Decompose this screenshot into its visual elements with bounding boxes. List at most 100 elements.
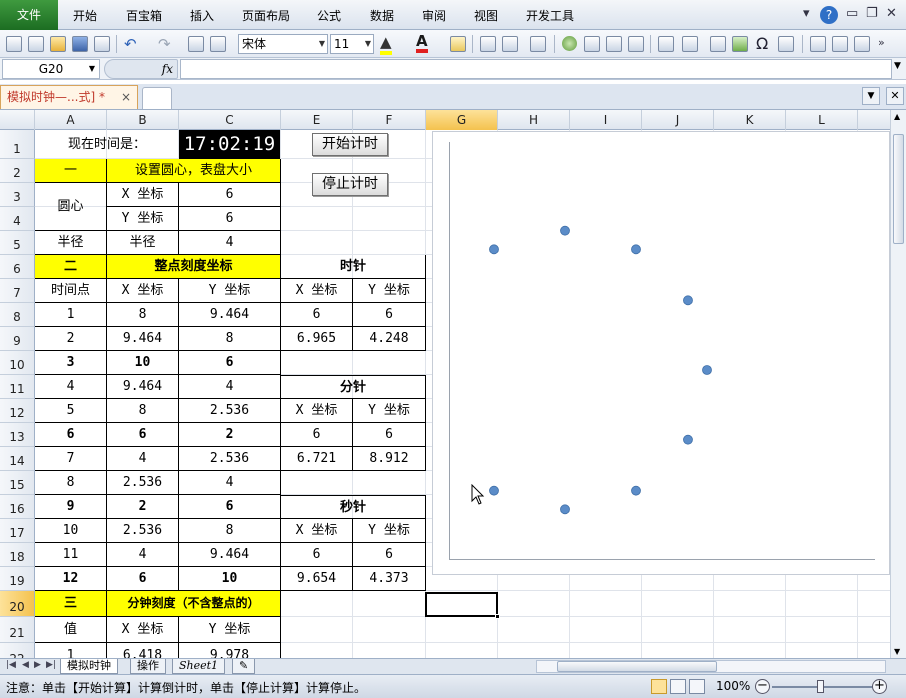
row-header-17[interactable]: 17 [0, 519, 35, 543]
open-icon[interactable] [28, 36, 44, 52]
first-sheet-icon[interactable]: |◀ [6, 660, 16, 670]
row-header-8[interactable]: 8 [0, 303, 35, 327]
settings-icon[interactable] [854, 36, 870, 52]
chart-point[interactable] [702, 365, 712, 375]
prev-sheet-icon[interactable]: ◀ [22, 660, 29, 670]
row-header-20[interactable]: 20 [0, 591, 35, 617]
column-header-g[interactable]: G [426, 110, 498, 130]
borders-icon[interactable] [480, 36, 496, 52]
format-painter-icon[interactable] [450, 36, 466, 52]
font-size-select[interactable]: 11 ▼ [330, 34, 374, 54]
row-header-9[interactable]: 9 [0, 327, 35, 351]
tab-file[interactable]: 文件 [0, 0, 58, 30]
tab-formulas[interactable]: 公式 [317, 7, 341, 24]
help-icon[interactable]: ? [820, 6, 838, 24]
normal-view-icon[interactable] [651, 679, 667, 694]
column-header-j[interactable]: J [642, 110, 714, 130]
name-box[interactable]: G20 ▼ [2, 59, 100, 79]
row-header-4[interactable]: 4 [0, 207, 35, 231]
align-icon[interactable] [530, 36, 546, 52]
row-header-1[interactable]: 1 [0, 130, 35, 159]
tab-home[interactable]: 开始 [73, 7, 97, 24]
fx-icon[interactable]: fx [104, 59, 178, 79]
chart-icon[interactable] [584, 36, 600, 52]
tab-close-all-icon[interactable]: ✕ [886, 87, 904, 105]
row-header-22[interactable]: 22 [0, 643, 35, 658]
tab-insert[interactable]: 插入 [190, 7, 214, 24]
insert-sheet-icon[interactable]: ✎ [232, 659, 256, 674]
chart-point[interactable] [683, 295, 693, 306]
tab-data[interactable]: 数据 [370, 7, 394, 24]
green-sheet-icon[interactable] [732, 36, 748, 52]
chart-point[interactable] [683, 434, 693, 445]
fill-color-icon[interactable]: ▲ [380, 33, 392, 55]
folder-icon[interactable] [50, 36, 66, 52]
tab-toolbox[interactable]: 百宝箱 [126, 7, 162, 24]
camera-icon[interactable] [628, 36, 644, 52]
picture-icon[interactable] [778, 36, 794, 52]
tab-view[interactable]: 视图 [474, 7, 498, 24]
row-header-14[interactable]: 14 [0, 447, 35, 471]
zoom-in-icon[interactable]: + [872, 679, 887, 694]
row-header-7[interactable]: 7 [0, 279, 35, 303]
row-header-21[interactable]: 21 [0, 617, 35, 643]
horizontal-scroll-thumb[interactable] [557, 661, 717, 672]
form-icon[interactable] [606, 36, 622, 52]
undo-icon[interactable]: ↶ [124, 35, 137, 53]
column-header-h[interactable]: H [498, 110, 570, 130]
column-header-e[interactable]: E [281, 110, 353, 130]
row-header-13[interactable]: 13 [0, 423, 35, 447]
document-tab[interactable]: 模拟时钟—...式] * × [0, 85, 138, 109]
save-icon[interactable] [72, 36, 88, 52]
tab-list-icon[interactable]: ▼ [862, 87, 880, 105]
print-preview-icon[interactable] [94, 36, 110, 52]
close-tab-icon[interactable]: × [121, 86, 131, 108]
row-header-2[interactable]: 2 [0, 159, 35, 183]
column-header-l[interactable]: L [786, 110, 858, 130]
row-header-18[interactable]: 18 [0, 543, 35, 567]
restore-icon[interactable]: ❐ [866, 6, 878, 21]
font-name-select[interactable]: 宋体 ▼ [238, 34, 328, 54]
new-icon[interactable] [6, 36, 22, 52]
chart-point[interactable] [631, 244, 641, 255]
sheet-tab-operation[interactable]: 操作 [130, 659, 166, 674]
row-header-12[interactable]: 12 [0, 399, 35, 423]
chart-point[interactable] [489, 485, 499, 496]
page-break-view-icon[interactable] [689, 679, 705, 694]
sheet-icon[interactable] [710, 36, 726, 52]
print-icon[interactable] [832, 36, 848, 52]
column-header-a[interactable]: A [35, 110, 107, 130]
tab-page-layout[interactable]: 页面布局 [242, 7, 290, 24]
clock-chart[interactable] [418, 131, 890, 575]
sort-icon[interactable] [810, 36, 826, 52]
active-cell-g20[interactable] [425, 592, 500, 619]
column-header-f[interactable]: F [353, 110, 426, 130]
sheet-tab-clock[interactable]: 模拟时钟 [60, 659, 118, 674]
vertical-scroll-thumb[interactable] [893, 134, 904, 244]
worksheet-grid[interactable]: ABCEFGHIJKL 1 2 3 4 5 6 7 8 9 10 11 12 13 14 15 16 17 18 1… [0, 110, 890, 658]
zoom-slider-knob[interactable] [817, 680, 824, 693]
row-header-15[interactable]: 15 [0, 471, 35, 495]
new-tab-button[interactable] [142, 87, 172, 109]
row-header-11[interactable]: 11 [0, 375, 35, 399]
zoom-level[interactable]: 100% [716, 679, 750, 693]
toolbar-more-icon[interactable]: » [878, 36, 885, 49]
circle-icon[interactable] [562, 36, 577, 51]
column-header-c[interactable]: C [179, 110, 281, 130]
sheet-tab-sheet1[interactable]: Sheet1 [172, 659, 226, 674]
chart-point[interactable] [631, 485, 641, 496]
row-header-19[interactable]: 19 [0, 567, 35, 591]
scroll-down-icon[interactable]: ▼ [894, 647, 900, 656]
omega-icon[interactable]: Ω [756, 34, 768, 53]
page-layout-view-icon[interactable] [670, 679, 686, 694]
row-header-3[interactable]: 3 [0, 183, 35, 207]
next-sheet-icon[interactable]: ▶ [34, 660, 41, 670]
vertical-scrollbar[interactable]: ▲ ▼ [890, 110, 906, 658]
column-header-k[interactable]: K [714, 110, 786, 130]
scroll-up-icon[interactable]: ▲ [894, 112, 900, 121]
tab-review[interactable]: 审阅 [422, 7, 446, 24]
tab-developer[interactable]: 开发工具 [526, 7, 574, 24]
column-header-b[interactable]: B [107, 110, 179, 130]
formula-input[interactable] [180, 59, 892, 79]
select-all-corner[interactable] [0, 110, 35, 130]
